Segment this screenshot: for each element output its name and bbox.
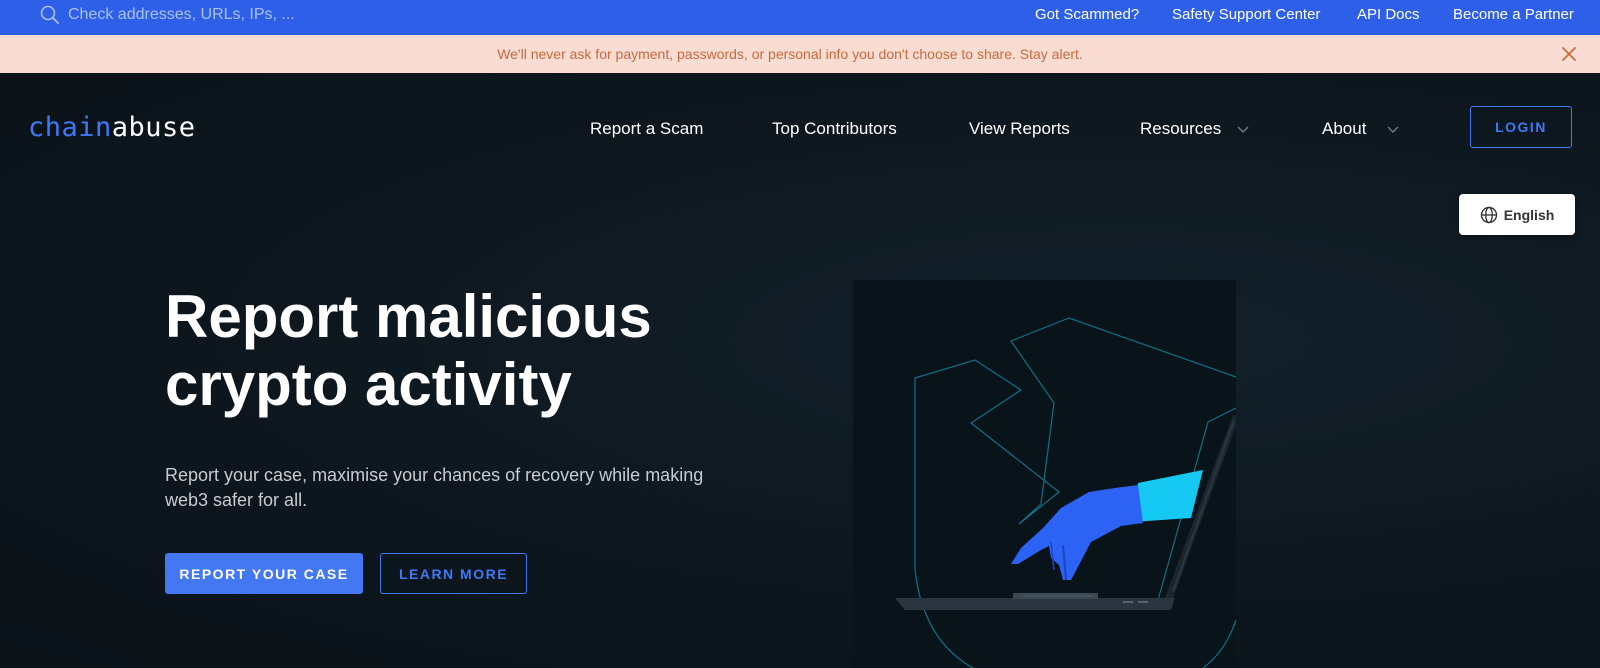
logo-abuse-text: abuse bbox=[111, 112, 196, 143]
search-icon bbox=[40, 5, 60, 25]
hero-section: chainabuse Report a Scam Top Contributor… bbox=[0, 73, 1600, 668]
become-a-partner-link[interactable]: Become a Partner bbox=[1453, 6, 1574, 23]
language-selector[interactable]: English bbox=[1459, 194, 1575, 235]
safety-support-center-link[interactable]: Safety Support Center bbox=[1172, 6, 1320, 23]
got-scammed-link[interactable]: Got Scammed? bbox=[1035, 6, 1139, 23]
nav-report-a-scam[interactable]: Report a Scam bbox=[590, 119, 703, 139]
chevron-down-icon[interactable] bbox=[1236, 122, 1250, 134]
laptop-icon bbox=[895, 598, 1175, 610]
alert-text: We'll never ask for payment, passwords, … bbox=[497, 46, 1083, 62]
api-docs-link[interactable]: API Docs bbox=[1357, 6, 1420, 23]
chevron-down-icon[interactable] bbox=[1386, 122, 1400, 134]
nav-top-contributors[interactable]: Top Contributors bbox=[772, 119, 897, 139]
close-icon[interactable] bbox=[1560, 45, 1578, 63]
search-box bbox=[40, 0, 388, 30]
alert-banner: We'll never ask for payment, passwords, … bbox=[0, 35, 1600, 73]
search-input[interactable] bbox=[68, 4, 388, 26]
nav-resources[interactable]: Resources bbox=[1140, 119, 1221, 139]
nav-about[interactable]: About bbox=[1322, 119, 1366, 139]
logo-chain-text: chain bbox=[28, 112, 112, 143]
globe-icon bbox=[1480, 206, 1498, 224]
hero-subtitle: Report your case, maximise your chances … bbox=[165, 465, 704, 510]
top-utility-bar: Got Scammed? Safety Support Center API D… bbox=[0, 0, 1600, 35]
report-your-case-button[interactable]: REPORT YOUR CASE bbox=[165, 553, 363, 594]
logo[interactable]: chainabuse bbox=[28, 112, 196, 143]
hero-illustration bbox=[853, 280, 1236, 668]
language-label: English bbox=[1503, 206, 1555, 223]
hero-title: Report malicious crypto activity bbox=[165, 283, 652, 418]
login-button[interactable]: LOGIN bbox=[1470, 106, 1572, 148]
learn-more-button[interactable]: LEARN MORE bbox=[380, 553, 527, 594]
nav-view-reports[interactable]: View Reports bbox=[969, 119, 1070, 139]
